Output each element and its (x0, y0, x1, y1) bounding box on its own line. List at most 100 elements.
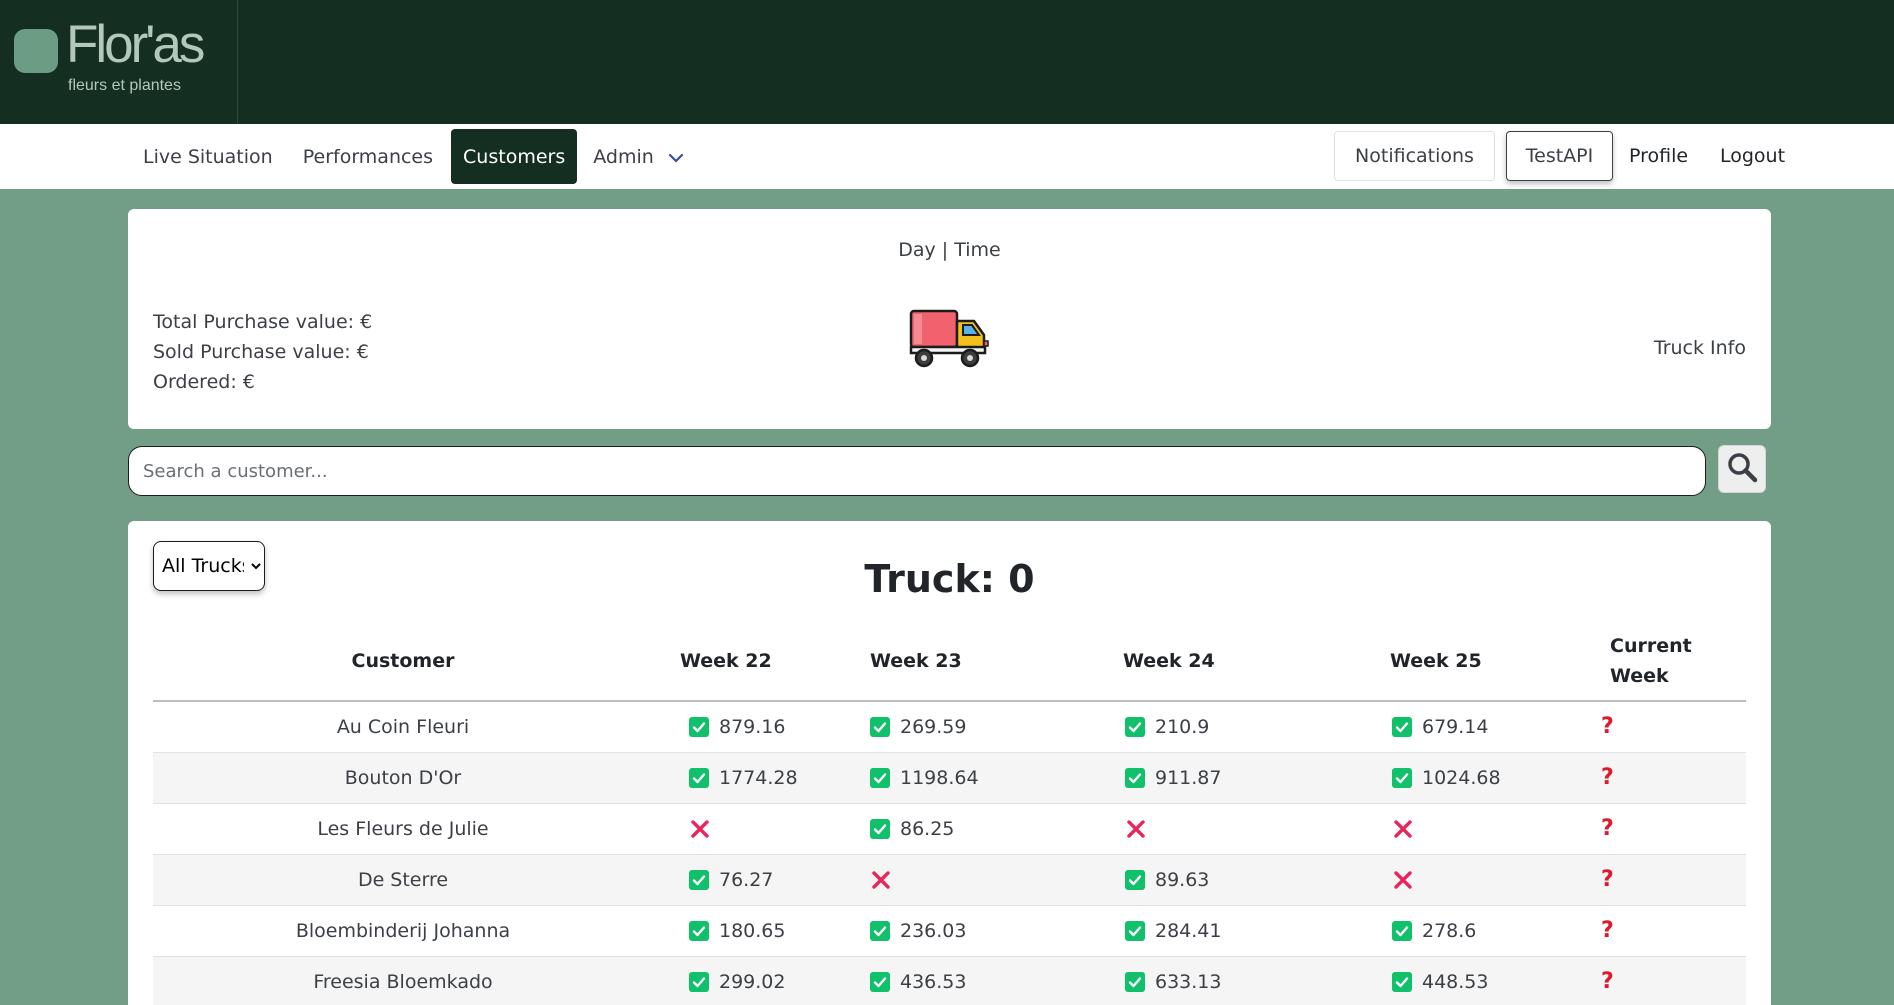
question-icon: ? (1601, 816, 1614, 841)
week-value: 89.63 (1155, 868, 1210, 891)
week-cell-content: 236.03 (870, 920, 1106, 942)
main-navbar: Live Situation Performances Customers Ad… (0, 124, 1894, 189)
customer-weeks-table: Customer Week 22 Week 23 Week 24 Week 25… (153, 621, 1746, 1005)
truck-info-label: Truck Info (1653, 337, 1746, 359)
table-row[interactable]: Freesia Bloemkado 299.02 436.53 633.13 448.5… (153, 956, 1746, 1005)
header-week-22: Week 22 (653, 621, 870, 702)
table-row[interactable]: Bouton D'Or 1774.28 1198.64 911.87 1024.68? (153, 752, 1746, 804)
week-cell-content: 86.25 (870, 818, 1106, 840)
week-cell: 269.59 (870, 701, 1106, 753)
question-icon: ? (1601, 714, 1614, 740)
week-value: 86.25 (900, 817, 955, 840)
nav-live-situation[interactable]: Live Situation (131, 129, 285, 184)
week-value: 236.03 (900, 919, 967, 942)
week-cell-content (653, 818, 870, 840)
question-icon: ? (1601, 969, 1614, 994)
week-value: 633.13 (1155, 970, 1222, 993)
week-cell-content (1106, 818, 1358, 840)
nav-admin-label: Admin (593, 145, 654, 168)
week-cell: 299.02 (653, 956, 870, 1005)
current-week-cell: ? (1594, 854, 1746, 906)
nav-right-actions: Notifications TestAPI Profile Logout (1334, 131, 1894, 181)
total-purchase-value: Total Purchase value: € (153, 311, 373, 333)
check-icon (1392, 716, 1412, 737)
notifications-button[interactable]: Notifications (1334, 131, 1495, 181)
nav-performances[interactable]: Performances (291, 129, 445, 184)
testapi-button[interactable]: TestAPI (1506, 131, 1613, 181)
customer-name: Bouton D'Or (153, 752, 653, 804)
week-cell-content: 284.41 (1106, 920, 1358, 942)
week-cell (1358, 803, 1594, 855)
cross-icon (689, 818, 711, 840)
week-cell-content: 436.53 (870, 971, 1106, 993)
current-week-cell: ? (1594, 956, 1746, 1005)
top-header: Flor'as fleurs et plantes (0, 0, 1894, 124)
week-cell-content (1358, 818, 1594, 840)
week-cell: 210.9 (1106, 701, 1358, 753)
ordered-value: Ordered: € (153, 371, 255, 393)
logout-link[interactable]: Logout (1720, 131, 1785, 181)
customer-name: Les Fleurs de Julie (153, 803, 653, 855)
week-cell-content: 299.02 (653, 971, 870, 993)
week-cell-content: 278.6 (1358, 920, 1594, 942)
table-row[interactable]: Bloembinderij Johanna 180.65 236.03 284.41 2… (153, 905, 1746, 957)
customer-search-input[interactable] (128, 446, 1706, 496)
week-cell: 86.25 (870, 803, 1106, 855)
chevron-down-icon (668, 149, 684, 165)
table-row[interactable]: Au Coin Fleuri 879.16 269.59 210.9 679.14? (153, 701, 1746, 753)
check-icon (1125, 869, 1145, 890)
check-icon (689, 920, 709, 941)
week-cell-content (870, 869, 1106, 891)
nav-customers[interactable]: Customers (451, 129, 578, 184)
week-cell-content: 210.9 (1106, 716, 1358, 738)
week-cell: 89.63 (1106, 854, 1358, 906)
check-icon (1392, 920, 1412, 941)
week-value: 284.41 (1155, 919, 1222, 942)
week-cell-content: 879.16 (653, 716, 870, 738)
header-week-25: Week 25 (1358, 621, 1594, 702)
nav-links: Live Situation Performances Customers Ad… (131, 129, 696, 184)
profile-link[interactable]: Profile (1629, 131, 1688, 181)
week-value: 278.6 (1422, 919, 1477, 942)
week-cell-content: 269.59 (870, 716, 1106, 738)
week-value: 180.65 (719, 919, 786, 942)
cross-icon (1392, 869, 1414, 891)
header-customer: Customer (153, 621, 653, 702)
week-cell-content: 448.53 (1358, 971, 1594, 993)
cross-icon (1392, 818, 1414, 840)
week-cell: 1024.68 (1358, 752, 1594, 804)
customer-name: De Sterre (153, 854, 653, 906)
brand-logo[interactable]: Flor'as fleurs et plantes (0, 0, 238, 124)
week-cell (1106, 803, 1358, 855)
week-cell-content: 89.63 (1106, 869, 1358, 891)
week-value: 269.59 (900, 715, 967, 738)
week-value: 879.16 (719, 715, 786, 738)
week-cell-content: 180.65 (653, 920, 870, 942)
table-row[interactable]: De Sterre 76.27 89.63? (153, 854, 1746, 906)
week-cell (1358, 854, 1594, 906)
truck-summary-card: Day | Time Total Purchase value: € Sold … (128, 209, 1771, 429)
header-week-23: Week 23 (870, 621, 1106, 702)
week-cell: 1198.64 (870, 752, 1106, 804)
table-header-row: Customer Week 22 Week 23 Week 24 Week 25… (153, 621, 1746, 702)
search-button[interactable] (1718, 445, 1766, 493)
week-cell-content: 633.13 (1106, 971, 1358, 993)
nav-admin-dropdown[interactable]: Admin (581, 129, 696, 184)
current-week-cell: ? (1594, 701, 1746, 753)
week-cell: 633.13 (1106, 956, 1358, 1005)
week-value: 1024.68 (1422, 766, 1501, 789)
check-icon (870, 767, 890, 788)
check-icon (1125, 716, 1145, 737)
check-icon (1125, 920, 1145, 941)
week-value: 436.53 (900, 970, 967, 993)
week-value: 911.87 (1155, 766, 1222, 789)
week-cell (653, 803, 870, 855)
question-icon: ? (1601, 867, 1614, 892)
table-row[interactable]: Les Fleurs de Julie 86.25? (153, 803, 1746, 855)
question-icon: ? (1601, 765, 1614, 790)
week-value: 210.9 (1155, 715, 1210, 738)
customer-name: Freesia Bloemkado (153, 956, 653, 1005)
truck-heading: Truck: 0 (864, 557, 1035, 601)
week-cell: 679.14 (1358, 701, 1594, 753)
cross-icon (870, 869, 892, 891)
